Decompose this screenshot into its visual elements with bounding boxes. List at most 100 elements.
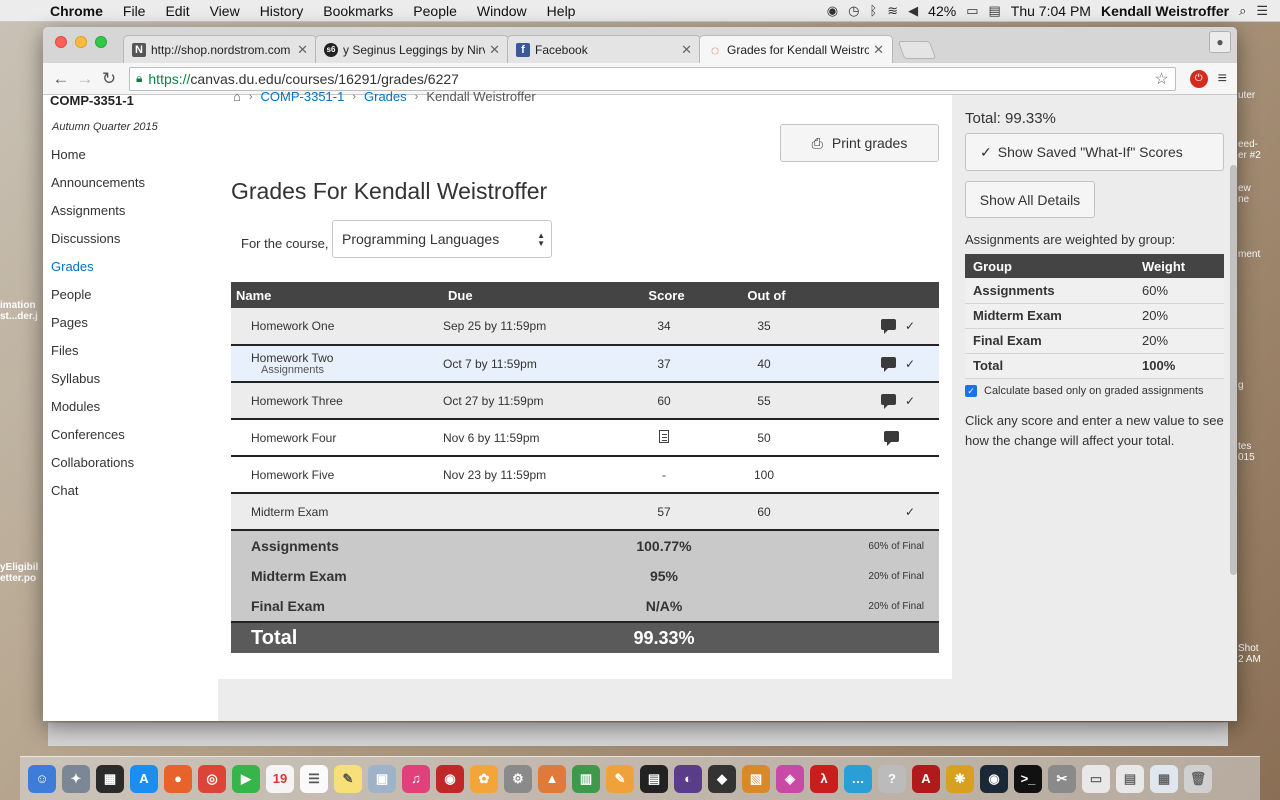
menu-file[interactable]: File xyxy=(113,3,156,19)
nav-syllabus[interactable]: Syllabus xyxy=(43,365,218,393)
column-header-due[interactable]: Due xyxy=(443,282,619,308)
column-header-out-of[interactable]: Out of xyxy=(709,282,819,308)
preview-icon[interactable]: ▣ xyxy=(368,764,396,793)
unity-icon[interactable]: ◆ xyxy=(708,764,736,793)
assignment-link[interactable]: Midterm Exam xyxy=(231,493,443,531)
help-icon[interactable]: ? xyxy=(878,764,906,793)
nav-collaborations[interactable]: Collaborations xyxy=(43,449,218,477)
acrobat-icon[interactable]: A xyxy=(912,764,940,793)
column-header-score[interactable]: Score xyxy=(619,282,709,308)
close-tab-icon[interactable]: ✕ xyxy=(873,42,884,58)
nav-people[interactable]: People xyxy=(43,281,218,309)
close-window-button[interactable] xyxy=(55,36,67,48)
assignment-link[interactable]: Homework Four xyxy=(231,419,443,457)
chrome-icon[interactable]: ◎ xyxy=(198,764,226,793)
page-scrollbar[interactable] xyxy=(1230,165,1237,575)
system-preferences-icon[interactable]: ⚙ xyxy=(504,764,532,793)
close-tab-icon[interactable]: ✕ xyxy=(297,42,308,58)
home-icon[interactable]: ⌂ xyxy=(233,89,241,104)
nav-home[interactable]: Home xyxy=(43,141,218,169)
nav-conferences[interactable]: Conferences xyxy=(43,421,218,449)
wolfram-icon[interactable]: ❋ xyxy=(946,764,974,793)
rubric-icon[interactable]: ✓ xyxy=(905,319,915,333)
status-app-icon[interactable]: ◉ xyxy=(827,3,838,19)
messages-icon[interactable]: … xyxy=(844,764,872,793)
menu-history[interactable]: History xyxy=(250,3,314,19)
steam-icon[interactable]: ◉ xyxy=(980,764,1008,793)
desktop-file-label[interactable]: ne xyxy=(1238,194,1280,205)
nav-assignments[interactable]: Assignments xyxy=(43,197,218,225)
calc-graded-checkbox[interactable]: ✓ xyxy=(965,385,977,397)
back-icon[interactable]: ← xyxy=(49,69,73,89)
profile-icon[interactable]: ● xyxy=(1209,31,1231,53)
finder-icon[interactable]: ☺ xyxy=(28,764,56,793)
desktop-file-label[interactable]: eed- xyxy=(1238,139,1280,150)
launchpad-icon[interactable]: ✦ xyxy=(62,764,90,793)
menu-view[interactable]: View xyxy=(200,3,250,19)
score-cell[interactable]: - xyxy=(619,456,709,494)
comment-icon[interactable] xyxy=(884,430,899,446)
tab-facebook[interactable]: f Facebook ✕ xyxy=(507,35,701,63)
print-grades-button[interactable]: ⎙ Print grades xyxy=(780,124,939,162)
nav-chat[interactable]: Chat xyxy=(43,477,218,505)
assignment-link[interactable]: Homework One xyxy=(231,308,443,346)
desktop-file-label[interactable]: er #2 xyxy=(1238,150,1280,161)
nav-files[interactable]: Files xyxy=(43,337,218,365)
assignment-link[interactable]: Homework Two xyxy=(251,351,333,365)
photo-booth-icon[interactable]: ◉ xyxy=(436,764,464,793)
tab-leggings[interactable]: s6 y Seginus Leggings by Nirv ✕ xyxy=(315,35,509,63)
forward-icon[interactable]: → xyxy=(73,69,97,89)
breadcrumb-grades[interactable]: Grades xyxy=(364,89,407,104)
new-tab-button[interactable] xyxy=(897,41,937,59)
menu-window[interactable]: Window xyxy=(467,3,537,19)
desktop-file-label[interactable]: Shot xyxy=(1238,643,1280,654)
course-select[interactable]: Programming Languages ▲ ▼ xyxy=(332,220,552,258)
desktop-file-label[interactable]: tes xyxy=(1238,441,1280,452)
rubric-icon[interactable]: ✓ xyxy=(905,394,915,408)
assignment-link[interactable]: Homework Three xyxy=(231,382,443,420)
menu-help[interactable]: Help xyxy=(537,3,586,19)
comment-icon[interactable] xyxy=(880,319,896,334)
menu-people[interactable]: People xyxy=(403,3,467,19)
assignment-link[interactable]: Homework Five xyxy=(231,456,443,494)
reminders-icon[interactable]: ☰ xyxy=(300,764,328,793)
documents-folder-icon[interactable]: ▭ xyxy=(1082,764,1110,793)
terminal-icon[interactable]: >_ xyxy=(1014,764,1042,793)
racket-icon[interactable]: λ xyxy=(810,764,838,793)
eclipse-icon[interactable]: ◐ xyxy=(674,764,702,793)
desktop-file-label[interactable]: yEligibil xyxy=(0,562,44,573)
unarchiver-icon[interactable]: ▧ xyxy=(742,764,770,793)
desktop-file-label[interactable]: 2 AM xyxy=(1238,654,1280,665)
close-tab-icon[interactable]: ✕ xyxy=(681,42,692,58)
clock[interactable]: Thu 7:04 PM xyxy=(1011,3,1091,19)
activity-monitor-icon[interactable]: ▤ xyxy=(640,764,668,793)
nav-modules[interactable]: Modules xyxy=(43,393,218,421)
bluetooth-icon[interactable]: ᛒ xyxy=(869,3,877,18)
close-tab-icon[interactable]: ✕ xyxy=(489,42,500,58)
numbers-icon[interactable]: ▥ xyxy=(572,764,600,793)
desktop-file-label[interactable]: st...der.j xyxy=(0,311,44,322)
user-menu[interactable]: Kendall Weistroffer xyxy=(1101,3,1229,19)
utilities-icon[interactable]: ✂ xyxy=(1048,764,1076,793)
firefox-icon[interactable]: ● xyxy=(164,764,192,793)
flag-icon[interactable]: ▤ xyxy=(989,3,1001,19)
volume-icon[interactable]: ◀ xyxy=(908,3,918,19)
app-store-icon[interactable]: A xyxy=(130,764,158,793)
show-what-if-button[interactable]: ✓ Show Saved "What-If" Scores xyxy=(965,133,1224,171)
address-bar[interactable]: 🔒︎ https:// canvas.du.edu/courses/16291/… xyxy=(129,66,1176,91)
desktop-file-label[interactable]: etter.po xyxy=(0,573,44,584)
tab-grades[interactable]: ◌ Grades for Kendall Weistroffer ✕ xyxy=(699,35,893,63)
app-icon[interactable]: ◈ xyxy=(776,764,804,793)
score-cell[interactable]: 57 xyxy=(619,493,709,531)
time-machine-icon[interactable]: ◷ xyxy=(848,3,859,19)
chrome-menu-icon[interactable]: ≡ xyxy=(1214,70,1231,88)
menu-bookmarks[interactable]: Bookmarks xyxy=(313,3,403,19)
itunes-icon[interactable]: ♫ xyxy=(402,764,430,793)
nav-announcements[interactable]: Announcements xyxy=(43,169,218,197)
score-cell[interactable]: 60 xyxy=(619,382,709,420)
wifi-icon[interactable]: ≋ xyxy=(887,3,898,19)
downloads-stack-icon[interactable]: ▦ xyxy=(1150,764,1178,793)
minimize-window-button[interactable] xyxy=(75,36,87,48)
score-cell[interactable] xyxy=(619,419,709,457)
score-cell[interactable]: 37 xyxy=(619,345,709,383)
